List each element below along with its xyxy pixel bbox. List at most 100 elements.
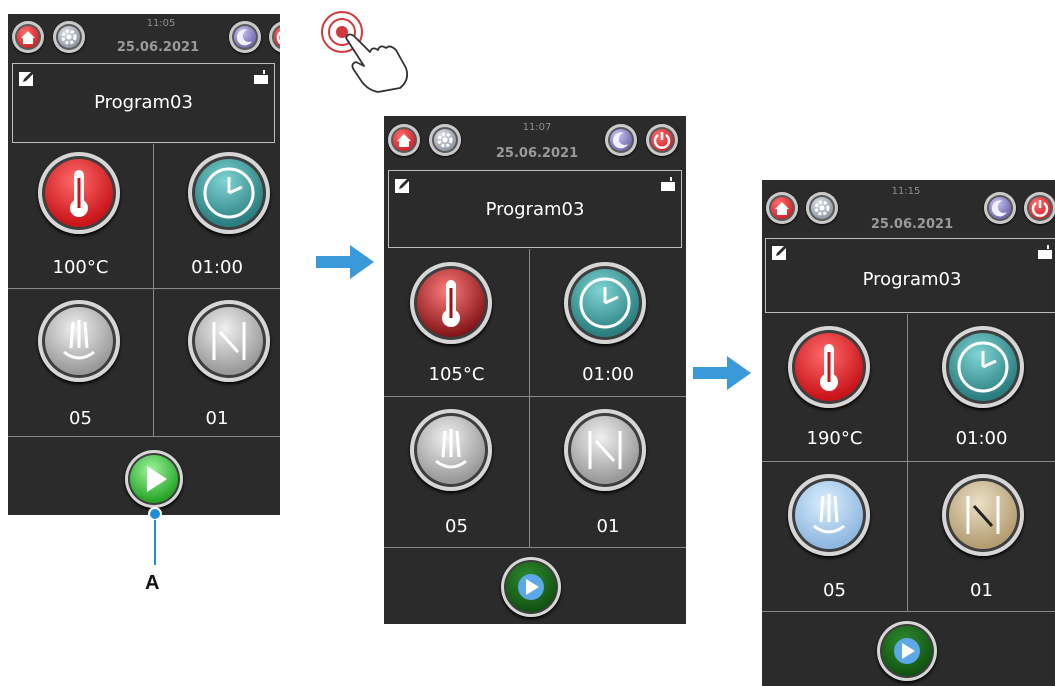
power-button[interactable] xyxy=(269,21,280,53)
flap-icon xyxy=(212,322,246,360)
timer-button[interactable] xyxy=(188,152,270,234)
grid-divider xyxy=(907,314,908,611)
start-button[interactable] xyxy=(501,557,561,617)
grid-divider xyxy=(8,288,280,289)
grid-divider xyxy=(384,547,686,548)
clock-time: 11:07 xyxy=(522,122,552,133)
flap-icon xyxy=(966,496,1000,534)
program-panel[interactable]: Program03 xyxy=(765,238,1055,313)
grid-divider xyxy=(762,461,1055,462)
start-button[interactable] xyxy=(877,621,937,681)
power-button[interactable] xyxy=(646,124,678,156)
moon-icon xyxy=(236,29,252,46)
flap-button[interactable] xyxy=(564,409,646,491)
steam-icon xyxy=(435,429,467,469)
steam-value: 05 xyxy=(445,516,468,537)
settings-button[interactable] xyxy=(429,124,461,156)
power-icon xyxy=(276,31,280,45)
home-button[interactable] xyxy=(766,192,798,224)
grid-divider xyxy=(8,436,280,437)
night-mode-button[interactable] xyxy=(229,21,261,53)
timer-value: 01:00 xyxy=(191,257,243,278)
night-mode-button[interactable] xyxy=(984,192,1016,224)
timer-value: 01:00 xyxy=(955,428,1008,449)
moon-icon xyxy=(612,132,628,149)
flap-icon xyxy=(588,431,622,469)
play-icon xyxy=(147,466,167,492)
play-icon xyxy=(518,574,544,600)
edit-icon[interactable] xyxy=(394,176,412,194)
start-button[interactable] xyxy=(125,450,183,508)
settings-button[interactable] xyxy=(806,192,838,224)
program-panel[interactable]: Program03 xyxy=(388,170,682,248)
tap-hand-icon xyxy=(321,11,409,93)
steam-icon xyxy=(63,320,95,360)
temperature-button[interactable] xyxy=(410,262,492,344)
night-mode-button[interactable] xyxy=(605,124,637,156)
callout-label: A xyxy=(145,572,160,594)
thermometer-icon xyxy=(820,344,838,391)
home-icon xyxy=(775,202,789,215)
door-icon xyxy=(661,177,675,191)
timer-button[interactable] xyxy=(942,326,1024,408)
gear-icon xyxy=(814,200,830,216)
timer-button[interactable] xyxy=(564,262,646,344)
temperature-value: 190°C xyxy=(806,428,863,449)
power-icon xyxy=(653,132,671,149)
clock-icon xyxy=(203,167,255,219)
moon-icon xyxy=(991,200,1007,217)
home-icon xyxy=(21,31,35,44)
arrow-right-icon xyxy=(693,356,751,390)
thermometer-icon xyxy=(70,170,88,217)
date-display: 25.06.2021 xyxy=(116,40,200,55)
grid-divider xyxy=(529,249,530,547)
program-name: Program03 xyxy=(862,269,962,290)
home-button[interactable] xyxy=(12,21,44,53)
steam-button[interactable] xyxy=(788,474,870,556)
flap-button[interactable] xyxy=(942,474,1024,556)
flap-value: 01 xyxy=(970,580,993,601)
grid-divider xyxy=(384,396,686,397)
temperature-button[interactable] xyxy=(38,152,120,234)
flap-value: 01 xyxy=(596,516,620,537)
flap-value: 01 xyxy=(205,408,229,429)
temperature-value: 105°C xyxy=(428,364,485,385)
clock-time: 11:05 xyxy=(146,18,176,29)
power-icon xyxy=(1031,200,1049,217)
grid-divider xyxy=(153,144,154,436)
thermometer-icon xyxy=(442,280,460,327)
steam-value: 05 xyxy=(69,408,92,429)
oven-screen-3: 11:15 25.06.2021 Program03 190°C 01:00 0… xyxy=(762,180,1055,686)
play-icon xyxy=(894,638,920,664)
clock-icon xyxy=(957,341,1009,393)
settings-button[interactable] xyxy=(53,21,85,53)
door-icon xyxy=(254,70,268,84)
callout-line xyxy=(148,507,162,565)
grid-divider xyxy=(762,611,1055,612)
steam-value: 05 xyxy=(823,580,846,601)
gear-icon xyxy=(437,132,453,148)
flap-button[interactable] xyxy=(188,300,270,382)
date-display: 25.06.2021 xyxy=(870,217,954,232)
program-name: Program03 xyxy=(94,92,193,113)
home-button[interactable] xyxy=(388,124,420,156)
timer-value: 01:00 xyxy=(582,364,634,385)
arrow-right-icon xyxy=(316,245,374,279)
clock-icon xyxy=(579,277,631,329)
power-button[interactable] xyxy=(1024,192,1055,224)
oven-screen-1: 11:05 25.06.2021 Program03 100°C 01:00 0… xyxy=(8,14,280,515)
door-icon xyxy=(1038,245,1052,259)
temperature-button[interactable] xyxy=(788,326,870,408)
date-display: 25.06.2021 xyxy=(495,146,579,161)
edit-icon[interactable] xyxy=(771,243,789,261)
gear-icon xyxy=(61,29,77,45)
steam-button[interactable] xyxy=(38,300,120,382)
oven-screen-2: 11:07 25.06.2021 Program03 105°C 01:00 0… xyxy=(384,116,686,624)
program-name: Program03 xyxy=(485,199,585,220)
steam-button[interactable] xyxy=(410,409,492,491)
clock-time: 11:15 xyxy=(891,186,921,197)
program-panel[interactable]: Program03 xyxy=(12,63,275,143)
edit-icon[interactable] xyxy=(18,69,36,87)
temperature-value: 100°C xyxy=(52,257,109,278)
home-icon xyxy=(397,134,411,147)
